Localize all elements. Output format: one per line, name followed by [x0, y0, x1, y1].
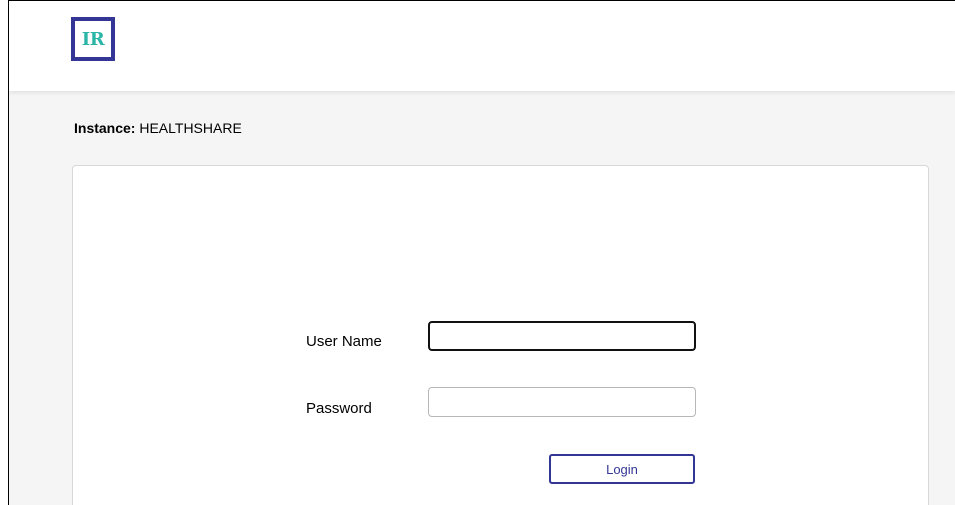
- instance-label: Instance:: [74, 120, 136, 136]
- password-label: Password: [306, 400, 372, 417]
- instance-info: Instance: HEALTHSHARE: [74, 120, 242, 136]
- top-header: IR: [9, 1, 955, 91]
- login-button[interactable]: Login: [549, 454, 695, 484]
- logo-text: IR: [81, 28, 105, 50]
- username-input[interactable]: [428, 321, 696, 351]
- login-card: User Name Password Login: [72, 165, 929, 505]
- username-label: User Name: [306, 333, 382, 350]
- page-frame: IR Instance: HEALTHSHARE User Name Passw…: [8, 0, 955, 505]
- instance-value: HEALTHSHARE: [139, 120, 242, 136]
- logo: IR: [71, 17, 115, 61]
- password-input[interactable]: [428, 387, 696, 417]
